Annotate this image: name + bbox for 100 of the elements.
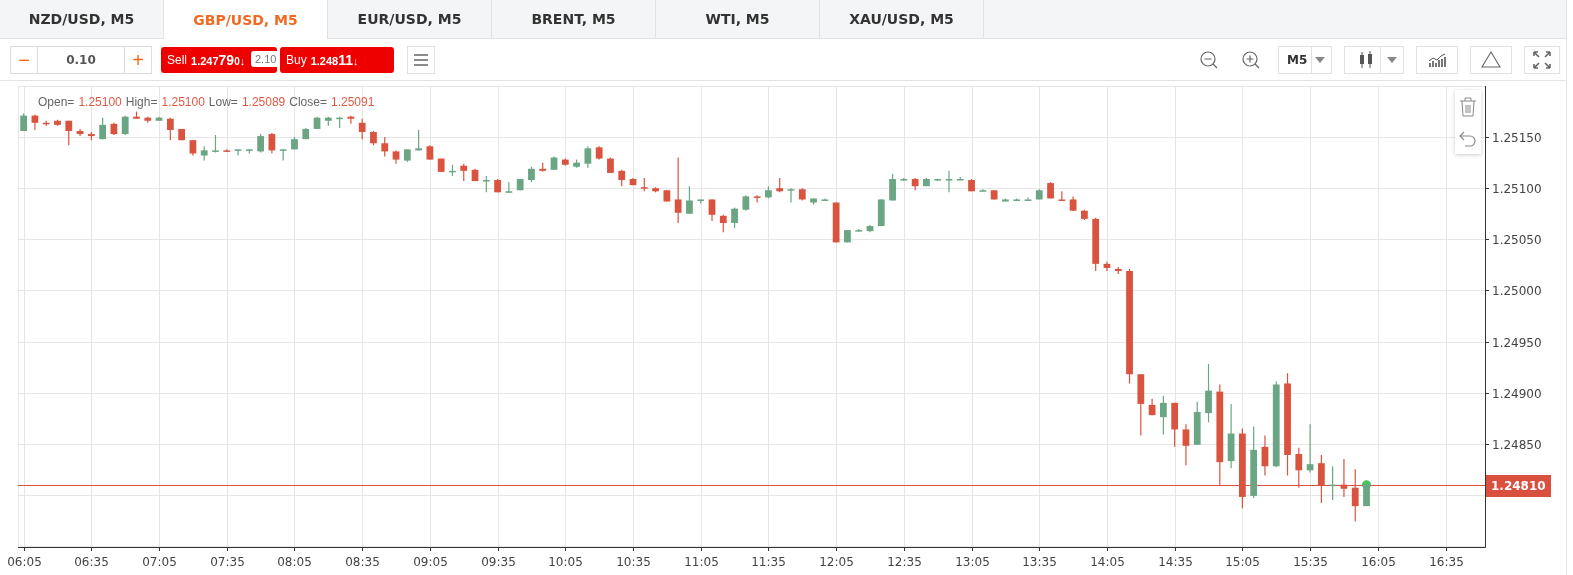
axis-label: 15:35 [1293,555,1328,569]
chart-tab[interactable]: XAU/USD, M5 [820,0,984,38]
candlestick [787,187,795,204]
candlestick [810,197,817,206]
fullscreen-button[interactable] [1524,45,1560,74]
candlestick [595,145,603,161]
undo-icon[interactable] [1459,131,1477,147]
axis-label: 1.24900 [1492,386,1542,401]
candlestick [1024,196,1032,202]
trash-icon[interactable] [1459,97,1477,117]
candlestick [776,177,784,193]
candlestick [528,166,535,183]
axis-label: 06:35 [74,555,109,569]
candlestick [765,185,772,200]
candlestick [279,148,287,162]
fullscreen-icon [1533,50,1551,69]
ohlc-value: 1.25091 [330,95,375,109]
axis-label: 06:05 [7,555,42,569]
candlestick [923,177,930,187]
chart-tab[interactable]: WTI, M5 [656,0,820,38]
menu-icon [414,53,428,66]
candlestick [663,189,671,203]
candlestick [257,133,264,154]
candlestick [482,175,490,193]
candlestick [403,148,411,163]
candlestick [87,131,95,141]
timeframe-dropdown[interactable]: M5 [1278,45,1332,74]
candlestick [415,129,422,151]
axis-label: 1.25000 [1492,283,1542,298]
candlestick [1013,197,1021,202]
axis-label: 11:05 [684,555,719,569]
axis-label: 15:05 [1225,555,1260,569]
candlestick [42,120,50,127]
candlestick [494,178,501,193]
candlestick [1363,484,1370,507]
candlestick [618,169,626,187]
lot-field[interactable]: 0.10 [38,45,124,74]
candlestick [505,181,513,193]
chart-type-dropdown[interactable] [1344,45,1404,74]
chart-tab[interactable]: EUR/USD, M5 [328,0,492,38]
candlestick [832,201,840,243]
axis-label: 16:35 [1429,555,1464,569]
candlestick [640,177,648,192]
chart-tab[interactable]: BRENT, M5 [492,0,656,38]
candlestick [392,149,400,165]
candlestick [381,136,389,158]
candlestick [212,134,219,154]
candlestick [1227,403,1235,469]
candlestick [990,189,998,201]
candlestick [1329,465,1337,501]
triangle-icon [1481,51,1501,68]
candlestick [449,164,456,177]
drawing-tools-button[interactable] [1470,45,1512,74]
indicators-button[interactable] [1416,45,1458,74]
candlestick [110,122,118,136]
candlestick [539,162,547,173]
candlestick [1351,468,1359,523]
candlestick [956,176,964,181]
candlestick [54,119,61,127]
ohlc-value: 1.25100 [161,95,205,109]
menu-button[interactable] [407,45,435,74]
candlestick [742,194,750,212]
candlestick [821,197,829,202]
axis-label: 14:05 [1090,555,1125,569]
candlestick [1148,398,1156,416]
candlestick [1092,217,1100,272]
zoom-out-icon [1199,49,1219,70]
axis-label: 13:35 [1022,555,1057,569]
axis-label: 11:35 [751,555,786,569]
candlestick [155,116,163,122]
candlestick [584,145,592,169]
candlestick [968,178,975,192]
candlestick [133,110,140,120]
candlestick [607,156,614,174]
candlestick [1340,458,1348,498]
candlestick [1002,197,1009,203]
candlestick [324,116,332,127]
candlestick [855,228,863,232]
candlestick [652,186,659,193]
axis-label: 1.24850 [1492,437,1542,452]
candlestick [1069,195,1077,212]
candlestick [911,177,919,191]
ohlc-value: 1.25089 [241,95,286,109]
candlestick [516,178,524,191]
candlestick [1081,209,1088,221]
candlestick [1035,188,1043,201]
axis-label: 1.24950 [1492,335,1542,350]
axis-label: 07:35 [210,555,245,569]
candlestick [1182,423,1190,466]
candlestick [686,185,693,215]
candlestick [234,148,242,157]
candlestick [1103,261,1111,272]
candlestick [426,144,434,161]
candlestick [550,155,558,171]
candlestick [1047,181,1054,200]
candlestick [302,127,310,140]
candlestick [561,157,569,167]
candlestick [719,214,727,233]
buy-button[interactable]: Buy 1.24811↓ [280,46,394,73]
candlestick [1306,423,1314,473]
